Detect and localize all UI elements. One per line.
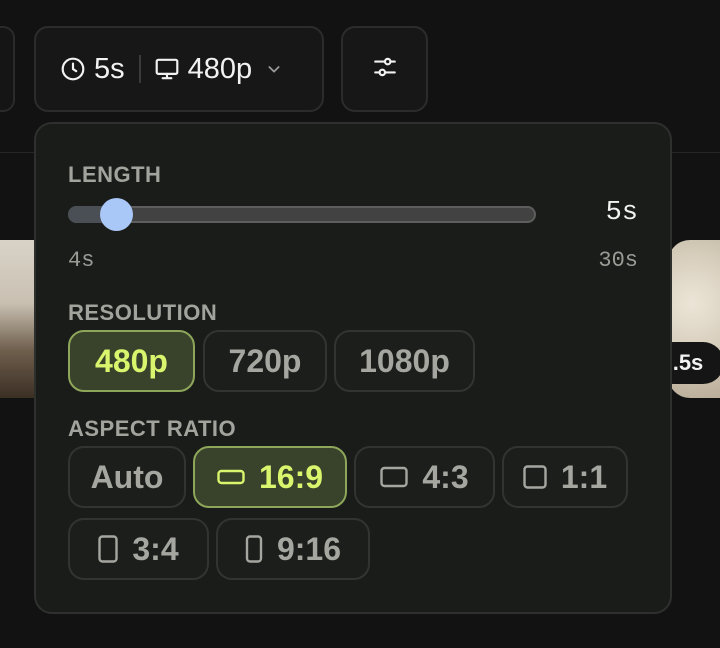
length-label: LENGTH [68,162,162,187]
previous-toolbar-button[interactable] [0,26,15,112]
clock-icon [60,56,86,82]
portrait-tall-icon [245,535,263,563]
landscape-wide-icon [217,468,245,486]
resolution-value: 480p [187,52,253,85]
length-value: 5s [605,198,638,228]
aspect-option-label: 9:16 [276,530,342,567]
generation-settings-button[interactable]: 5s 480p [34,26,324,112]
resolution-option-720p[interactable]: 720p [203,330,327,392]
duration-value: 5s [94,52,125,85]
aspect-option-label: 1:1 [560,458,608,495]
resolution-option-480p[interactable]: 480p [68,330,195,392]
aspect-option-16-9[interactable]: 16:9 [193,446,347,508]
length-min-label: 4s [68,248,95,273]
aspect-option-label: Auto [90,458,164,495]
aspect-option-4-3[interactable]: 4:3 [354,446,495,508]
landscape-icon [380,466,409,488]
monitor-icon [154,56,180,82]
pill-separator [138,55,141,83]
aspect-option-9-16[interactable]: 9:16 [216,518,370,580]
aspect-option-3-4[interactable]: 3:4 [68,518,209,580]
length-max-label: 30s [598,248,638,273]
aspect-option-label: 16:9 [258,458,324,495]
resolution-label: RESOLUTION [68,300,218,325]
aspect-option-1-1[interactable]: 1:1 [502,446,628,508]
portrait-icon [98,535,119,563]
aspect-option-label: 4:3 [422,458,469,495]
aspect-option-auto[interactable]: Auto [68,446,186,508]
resolution-option-1080p[interactable]: 1080p [334,330,475,392]
length-slider-track[interactable] [68,206,536,223]
square-icon [523,465,547,489]
aspect-ratio-label: ASPECT RATIO [68,416,237,441]
length-slider-thumb[interactable] [99,198,133,231]
filters-button[interactable] [341,26,428,112]
aspect-option-label: 3:4 [132,530,179,567]
generation-settings-popover: LENGTH 5s 4s 30s RESOLUTION 480p 720p 10… [34,122,672,614]
chevron-down-icon [266,61,282,77]
sliders-icon [372,54,398,85]
